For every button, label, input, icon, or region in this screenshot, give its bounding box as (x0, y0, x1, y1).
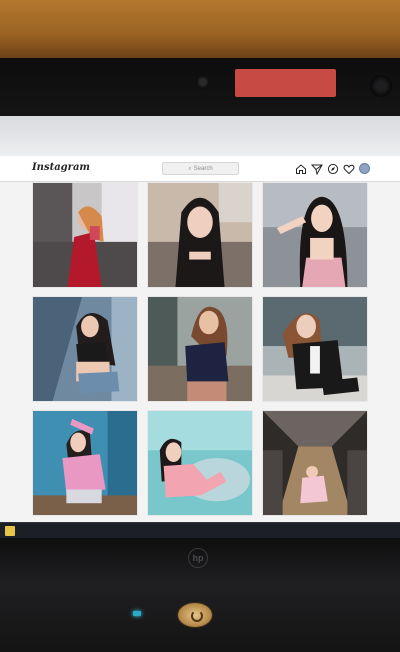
webcam-privacy-shutter (235, 69, 336, 97)
search-input[interactable]: ⌕ Search (162, 162, 239, 175)
instagram-header: Instagram ⌕ Search (0, 156, 400, 182)
post-thumbnail[interactable] (32, 182, 138, 288)
browser-chrome (0, 116, 400, 156)
laptop-screen: Instagram ⌕ Search (0, 116, 400, 538)
post-thumbnail[interactable] (262, 296, 368, 402)
direct-message-icon[interactable] (311, 163, 323, 175)
webcam-icon (196, 75, 210, 89)
camera-lens-icon (370, 75, 392, 97)
desk-surface (0, 0, 400, 60)
post-thumbnail[interactable] (147, 410, 253, 516)
post-thumbnail[interactable] (262, 182, 368, 288)
post-thumbnail[interactable] (147, 296, 253, 402)
post-thumbnail[interactable] (32, 410, 138, 516)
explore-icon[interactable] (327, 163, 339, 175)
post-thumbnail[interactable] (262, 410, 368, 516)
brand-logo-icon: hp (188, 548, 208, 568)
os-taskbar (0, 522, 400, 538)
laptop-top-bezel (0, 58, 400, 120)
folder-icon[interactable] (5, 526, 15, 536)
search-placeholder: Search (193, 166, 213, 172)
post-thumbnail[interactable] (32, 296, 138, 402)
profile-avatar[interactable] (359, 163, 370, 174)
post-thumbnail[interactable] (147, 182, 253, 288)
activity-heart-icon[interactable] (343, 163, 355, 175)
power-button[interactable] (177, 602, 213, 628)
search-icon: ⌕ (188, 166, 192, 172)
status-led-icon (133, 611, 141, 616)
instagram-logo[interactable]: Instagram (32, 162, 90, 173)
home-icon[interactable] (295, 163, 307, 175)
post-grid (0, 182, 400, 538)
